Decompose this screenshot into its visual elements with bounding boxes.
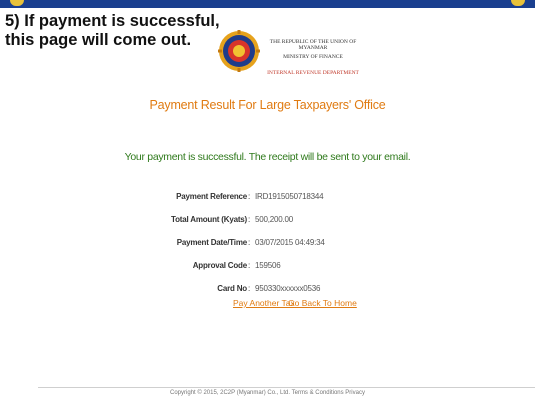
detail-value: 500,200.00 (255, 215, 294, 224)
ministry-seal-icon (218, 30, 260, 72)
detail-row: Total Amount (Kyats) : 500,200.00 (171, 215, 294, 224)
result-actions: Pay Another Tax Go Back To Home (0, 298, 535, 312)
detail-row: Card No : 950330xxxxxx0536 (217, 284, 321, 293)
detail-value: 03/07/2015 04:49:34 (255, 238, 325, 247)
detail-value: IRD1915050718344 (255, 192, 324, 201)
footer-copyright: Copyright © 2015, 2C2P (Myanmar) Co., Lt… (170, 390, 365, 396)
detail-row: Approval Code : 159506 (192, 261, 281, 270)
slide-top-border (0, 0, 535, 8)
instruction-callout: 5) If payment is successful, this page w… (5, 12, 225, 50)
ministry-line-3: INTERNAL REVENUE DEPARTMENT (267, 70, 359, 76)
footer-divider (38, 387, 535, 388)
detail-row: Payment Date/Time : 03/07/2015 04:49:34 (176, 238, 325, 247)
pay-another-tax-link[interactable]: Pay Another Tax (233, 298, 295, 308)
detail-row: Payment Reference : IRD1915050718344 (176, 192, 324, 201)
detail-label: Approval Code (192, 261, 247, 270)
detail-label: Payment Date/Time (176, 238, 247, 247)
detail-label: Card No (217, 284, 247, 293)
decor-dot (511, 0, 525, 6)
page-title: Payment Result For Large Taxpayers' Offi… (149, 98, 386, 112)
ministry-line-1: THE REPUBLIC OF THE UNION OF MYANMAR (269, 39, 357, 51)
detail-value: 950330xxxxxx0536 (255, 284, 321, 293)
detail-value: 159506 (255, 261, 281, 270)
go-back-home-link[interactable]: Go Back To Home (288, 298, 357, 308)
callout-line-1: 5) If payment is successful, (5, 12, 220, 30)
decor-dot (10, 0, 24, 6)
ministry-line-2: MINISTRY OF FINANCE (283, 54, 343, 60)
success-message: Your payment is successful. The receipt … (124, 151, 411, 163)
content-panel: 5) If payment is successful, this page w… (0, 8, 535, 405)
detail-label: Total Amount (Kyats) (171, 215, 247, 224)
callout-line-2: this page will come out. (5, 31, 192, 49)
detail-label: Payment Reference (176, 192, 247, 201)
